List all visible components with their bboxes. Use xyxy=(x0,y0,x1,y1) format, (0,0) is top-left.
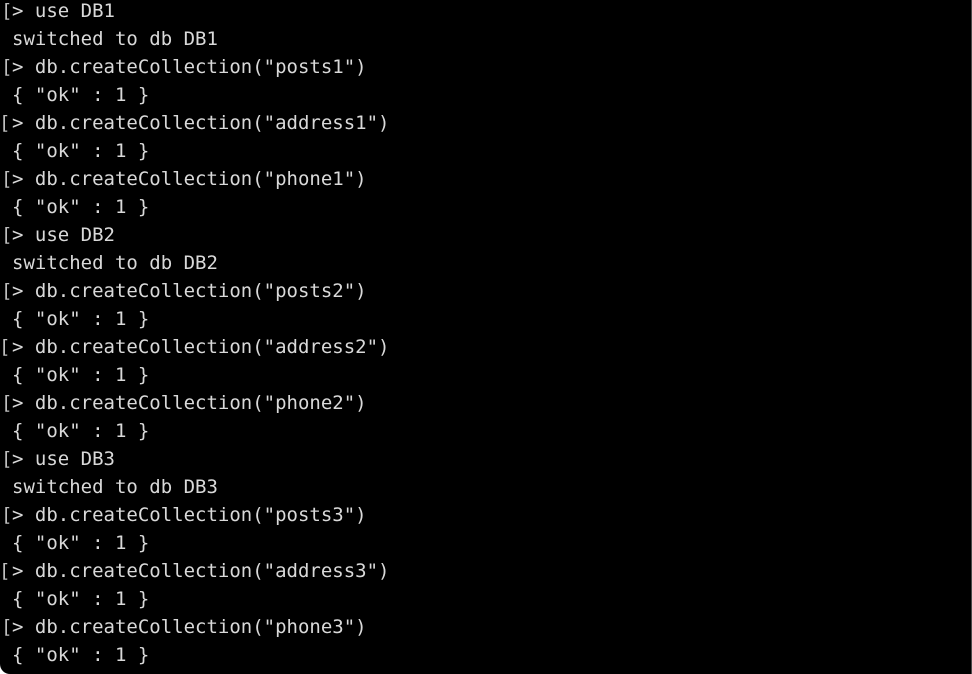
mark-bracket: [ xyxy=(0,336,11,358)
terminal-output-line: { "ok" : 1 } xyxy=(0,193,972,221)
terminal-output-line: { "ok" : 1 } xyxy=(0,529,972,557)
terminal-output-line: switched to db DB2 xyxy=(0,249,972,277)
output-text: { "ok" : 1 } xyxy=(12,308,150,330)
terminal-output-line: { "ok" : 1 } xyxy=(0,417,972,445)
mark-bracket: [ xyxy=(1,168,13,190)
terminal-output-line: switched to db DB1 xyxy=(0,25,972,53)
terminal-command-line: [> db.createCollection("address2") xyxy=(0,333,972,361)
terminal-output-line: { "ok" : 1 } xyxy=(0,641,972,669)
mark-bracket: [ xyxy=(1,616,13,638)
mark-bracket: [ xyxy=(0,560,11,582)
output-text: { "ok" : 1 } xyxy=(12,588,150,610)
command-text: > use DB1 xyxy=(12,0,115,22)
command-text: > use DB2 xyxy=(12,224,115,246)
terminal-command-line: [> db.createCollection("phone2") xyxy=(0,389,972,417)
terminal-command-line: [> db.createCollection("posts2") xyxy=(0,277,972,305)
terminal-command-line: [> db.createCollection("address3") xyxy=(0,557,972,585)
output-text: { "ok" : 1 } xyxy=(12,644,150,666)
terminal-command-line: [> db.createCollection("posts3") xyxy=(0,501,972,529)
terminal-output-line: { "ok" : 1 } xyxy=(0,361,972,389)
terminal-output-line: { "ok" : 1 } xyxy=(0,305,972,333)
output-text: switched to db DB3 xyxy=(12,476,218,498)
command-text: > db.createCollection("phone1") xyxy=(12,168,367,190)
terminal-window[interactable]: [> use DB1 switched to db DB1[> db.create… xyxy=(0,0,972,674)
mark-bracket: [ xyxy=(1,224,13,246)
terminal-output-line: { "ok" : 1 } xyxy=(0,81,972,109)
mark-bracket: [ xyxy=(1,392,13,414)
terminal-output-line: { "ok" : 1 } xyxy=(0,585,972,613)
mark-bracket: [ xyxy=(1,504,13,526)
mark-bracket: [ xyxy=(0,112,11,134)
output-text: { "ok" : 1 } xyxy=(12,364,150,386)
command-text: > use DB3 xyxy=(12,448,115,470)
command-text: > db.createCollection("address1") xyxy=(12,112,390,134)
terminal-command-line: [> db.createCollection("posts1") xyxy=(0,53,972,81)
terminal-command-line: [> db.createCollection("phone3") xyxy=(0,613,972,641)
terminal-command-line: [> use DB1 xyxy=(0,0,972,25)
mark-bracket: [ xyxy=(1,280,13,302)
command-text: > db.createCollection("address2") xyxy=(12,336,390,358)
output-text: { "ok" : 1 } xyxy=(12,196,150,218)
command-text: > db.createCollection("phone3") xyxy=(12,616,367,638)
terminal-output-line: switched to db DB3 xyxy=(0,473,972,501)
terminal-command-line: [> use DB3 xyxy=(0,445,972,473)
mark-bracket: [ xyxy=(1,56,13,78)
terminal-command-line: [> db.createCollection("phone1") xyxy=(0,165,972,193)
output-text: { "ok" : 1 } xyxy=(12,420,150,442)
output-text: switched to db DB2 xyxy=(12,252,218,274)
output-text: switched to db DB1 xyxy=(12,28,218,50)
terminal-command-line: [> use DB2 xyxy=(0,221,972,249)
command-text: > db.createCollection("posts3") xyxy=(12,504,367,526)
command-text: > db.createCollection("phone2") xyxy=(12,392,367,414)
terminal-output[interactable]: [> use DB1 switched to db DB1[> db.create… xyxy=(0,0,972,669)
terminal-command-line: [> db.createCollection("address1") xyxy=(0,109,972,137)
terminal-output-line: { "ok" : 1 } xyxy=(0,137,972,165)
command-text: > db.createCollection("address3") xyxy=(12,560,390,582)
mark-bracket: [ xyxy=(1,448,13,470)
output-text: { "ok" : 1 } xyxy=(12,532,150,554)
output-text: { "ok" : 1 } xyxy=(12,140,150,162)
command-text: > db.createCollection("posts1") xyxy=(12,56,367,78)
command-text: > db.createCollection("posts2") xyxy=(12,280,367,302)
mark-bracket: [ xyxy=(1,0,13,22)
output-text: { "ok" : 1 } xyxy=(12,84,150,106)
